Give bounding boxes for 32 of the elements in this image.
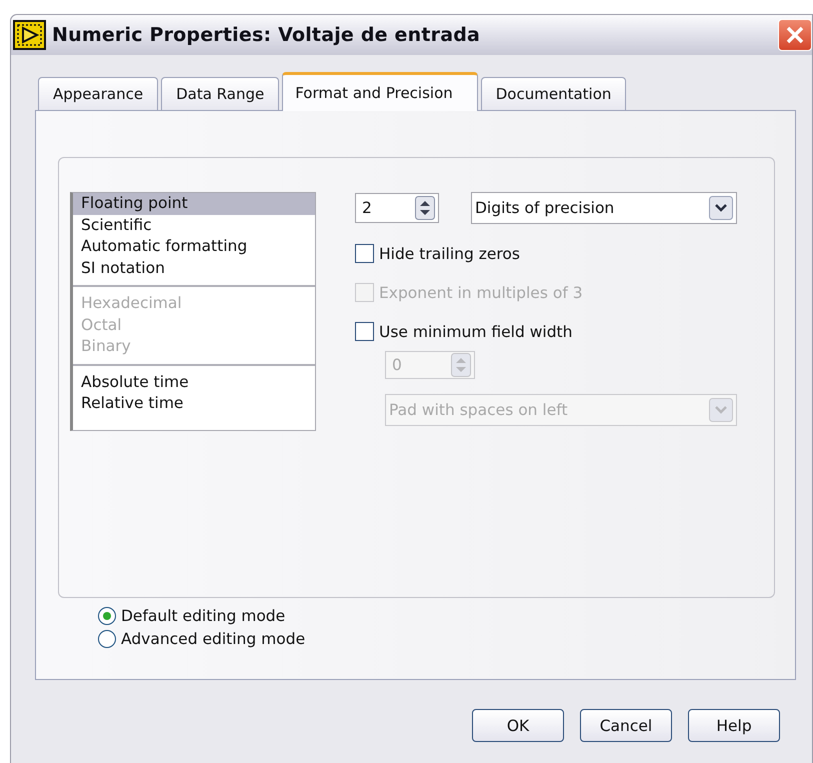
radio-label[interactable]: Default editing mode — [121, 607, 286, 625]
dialog-button[interactable]: Help — [688, 709, 780, 742]
checkbox-label[interactable]: Use minimum field width — [379, 322, 572, 340]
list-item[interactable]: SI notation — [73, 258, 315, 279]
dropdown-value: Pad with spaces on left — [389, 401, 568, 419]
list-item[interactable]: Scientific — [73, 214, 315, 236]
close-icon — [785, 25, 805, 45]
dialog-button[interactable]: Cancel — [580, 709, 672, 742]
tab[interactable]: Data Range — [161, 77, 280, 110]
window-title: Numeric Properties: Voltaje de entrada — [52, 24, 482, 46]
dropdown-value: Digits of precision — [475, 199, 614, 217]
tab[interactable]: Documentation — [480, 77, 626, 110]
list-item[interactable]: Relative time — [73, 393, 315, 414]
radio-label[interactable]: Advanced editing mode — [121, 630, 306, 648]
checkbox[interactable] — [355, 244, 374, 263]
list-item[interactable]: Absolute time — [73, 372, 315, 393]
precision-type-dropdown[interactable]: Digits of precision — [471, 192, 737, 224]
checkbox[interactable] — [355, 322, 374, 341]
tab[interactable]: Format and Precision — [282, 72, 478, 111]
close-button[interactable] — [778, 19, 812, 51]
spinbox-value: 2 — [362, 199, 372, 217]
precision-spinbox[interactable]: 2 — [355, 193, 439, 223]
dialog-button[interactable]: OK — [472, 709, 564, 742]
list-item[interactable]: Automatic formatting — [73, 236, 315, 258]
tab[interactable]: Appearance — [38, 77, 158, 110]
radio-button[interactable] — [98, 607, 116, 625]
checkbox-label[interactable]: Hide trailing zeros — [379, 244, 520, 262]
spinner-arrows-icon[interactable] — [415, 196, 435, 220]
list-item[interactable]: Floating point — [73, 193, 315, 214]
radio-button[interactable] — [98, 630, 116, 648]
app-icon — [13, 20, 46, 50]
spinbox-value: 0 — [392, 356, 402, 374]
